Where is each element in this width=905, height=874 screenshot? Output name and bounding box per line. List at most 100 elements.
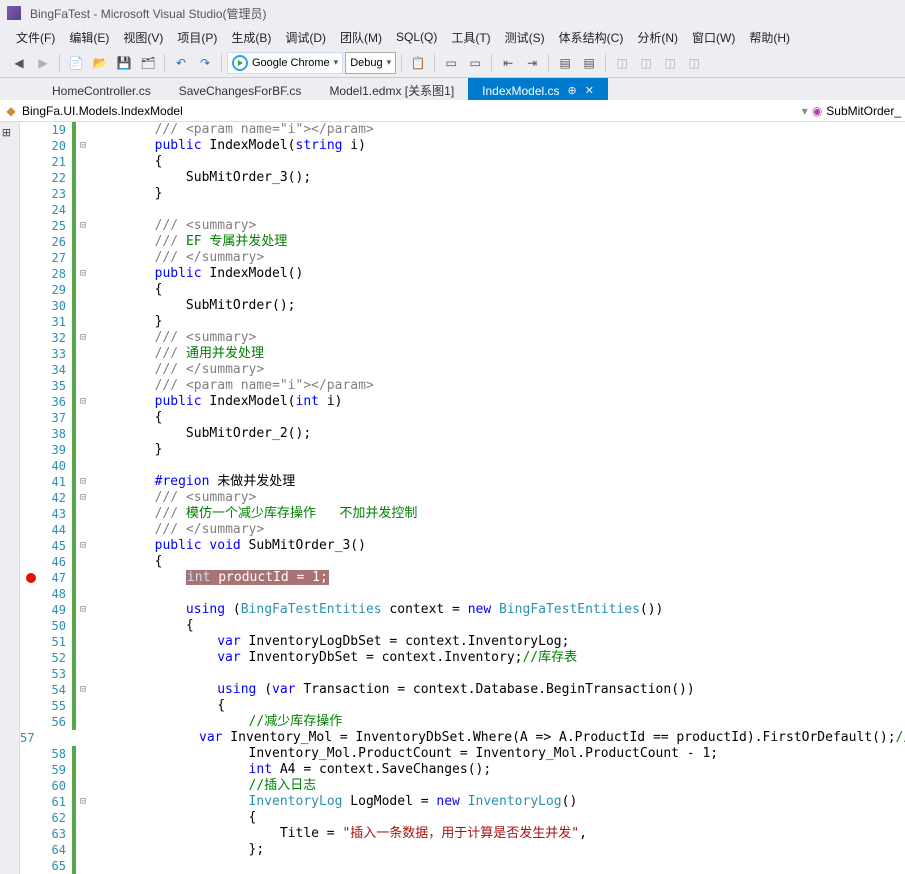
toolbar-icon[interactable]: ◫ [611,52,633,74]
code-text[interactable]: /// 模仿一个减少库存操作 不加并发控制 [90,506,417,522]
code-line[interactable]: 31 } [20,314,905,330]
code-line[interactable]: 27 /// </summary> [20,250,905,266]
code-text[interactable]: InventoryLog LogModel = new InventoryLog… [90,794,577,810]
breakpoint-gutter[interactable] [20,634,42,650]
code-text[interactable]: /// </summary> [90,362,264,378]
toolbar-icon[interactable]: ◫ [659,52,681,74]
menu-item[interactable]: 项目(P) [171,27,223,48]
breakpoint-gutter[interactable] [20,298,42,314]
code-text[interactable]: { [90,810,256,826]
menu-item[interactable]: 工具(T) [445,27,496,48]
code-line[interactable]: 41⊟ #region 未做并发处理 [20,474,905,490]
dropdown-chevron-icon[interactable]: ▾ [802,104,808,118]
code-text[interactable]: SubMitOrder(); [90,298,296,314]
side-tool-tabs[interactable]: ⊞ [0,122,20,874]
breakpoint-gutter[interactable] [20,826,42,842]
code-line[interactable]: 45⊟ public void SubMitOrder_3() [20,538,905,554]
toolbar-icon[interactable]: ◫ [683,52,705,74]
fold-toggle[interactable]: ⊟ [76,538,90,554]
menu-item[interactable]: 体系结构(C) [553,27,630,48]
code-text[interactable]: }; [90,842,264,858]
code-text[interactable]: /// <summary> [90,490,256,506]
breakpoint-gutter[interactable] [20,602,42,618]
breakpoint-gutter[interactable] [20,506,42,522]
breakpoint-gutter[interactable] [20,442,42,458]
code-line[interactable]: 37 { [20,410,905,426]
breakpoint-gutter[interactable] [20,538,42,554]
menu-item[interactable]: 分析(N) [631,27,684,48]
breakpoint-gutter[interactable] [20,682,42,698]
code-line[interactable]: 56 //减少库存操作 [20,714,905,730]
breakpoint-gutter[interactable] [20,570,42,586]
nav-fwd-icon[interactable]: ▶ [32,52,54,74]
code-line[interactable]: 54⊟ using (var Transaction = context.Dat… [20,682,905,698]
pin-icon[interactable]: ⊕ [568,84,577,97]
code-text[interactable]: /// <param name="i"></param> [90,378,374,394]
breakpoint-gutter[interactable] [20,346,42,362]
breakpoint-gutter[interactable] [20,618,42,634]
code-text[interactable]: { [90,410,162,426]
code-text[interactable]: { [90,554,162,570]
code-line[interactable]: 57 var Inventory_Mol = InventoryDbSet.Wh… [20,730,905,746]
breakpoint-gutter[interactable] [20,698,42,714]
breakpoint-gutter[interactable] [20,218,42,234]
code-line[interactable]: 25⊟ /// <summary> [20,218,905,234]
code-line[interactable]: 19 /// <param name="i"></param> [20,122,905,138]
breakpoint-gutter[interactable] [20,810,42,826]
code-line[interactable]: 33 /// 通用并发处理 [20,346,905,362]
code-text[interactable]: } [90,314,162,330]
side-tab-label[interactable]: ⊞ [0,122,13,137]
toolbar-icon[interactable]: ◫ [635,52,657,74]
code-line[interactable]: 63 Title = "插入一条数据，用于计算是否发生并发", [20,826,905,842]
menu-item[interactable]: 团队(M) [334,27,388,48]
code-line[interactable]: 55 { [20,698,905,714]
code-line[interactable]: 26 /// EF 专属并发处理 [20,234,905,250]
breakpoint-gutter[interactable] [20,458,42,474]
breakpoint-gutter[interactable] [20,858,42,874]
fold-toggle[interactable]: ⊟ [76,138,90,154]
code-line[interactable]: 28⊟ public IndexModel() [20,266,905,282]
code-text[interactable]: var InventoryDbSet = context.Inventory;/… [90,650,577,666]
toolbar-icon[interactable]: ▭ [440,52,462,74]
code-line[interactable]: 35 /// <param name="i"></param> [20,378,905,394]
code-text[interactable]: #region 未做并发处理 [90,474,295,490]
code-line[interactable]: 50 { [20,618,905,634]
code-text[interactable]: int productId = 1; [90,570,329,586]
code-text[interactable]: /// <summary> [90,330,256,346]
member-name[interactable]: SubMitOrder_ [826,104,901,118]
code-line[interactable]: 46 { [20,554,905,570]
breakpoint-gutter[interactable] [20,410,42,426]
indent-right-icon[interactable]: ⇥ [521,52,543,74]
breakpoint-gutter[interactable] [20,426,42,442]
fold-toggle[interactable]: ⊟ [76,490,90,506]
comment-icon[interactable]: ▤ [554,52,576,74]
code-line[interactable]: 52 var InventoryDbSet = context.Inventor… [20,650,905,666]
code-line[interactable]: 48 [20,586,905,602]
breakpoint-gutter[interactable] [20,266,42,282]
redo-icon[interactable]: ↷ [194,52,216,74]
code-text[interactable]: SubMitOrder_2(); [90,426,311,442]
code-line[interactable]: 34 /// </summary> [20,362,905,378]
breakpoint-icon[interactable] [26,573,36,583]
code-line[interactable]: 44 /// </summary> [20,522,905,538]
toolbar-icon[interactable]: 📋 [407,52,429,74]
menu-item[interactable]: 生成(B) [225,27,277,48]
uncomment-icon[interactable]: ▤ [578,52,600,74]
menu-item[interactable]: 帮助(H) [743,27,796,48]
breakpoint-gutter[interactable] [20,378,42,394]
breakpoint-gutter[interactable] [20,474,42,490]
start-debug-button[interactable]: Google Chrome ▾ [227,52,343,74]
code-text[interactable]: { [90,154,162,170]
fold-toggle[interactable]: ⊟ [76,682,90,698]
fold-toggle[interactable]: ⊟ [76,266,90,282]
code-line[interactable]: 49⊟ using (BingFaTestEntities context = … [20,602,905,618]
code-line[interactable]: 65 [20,858,905,874]
close-icon[interactable]: ✕ [585,84,594,97]
code-line[interactable]: 29 { [20,282,905,298]
code-text[interactable]: Inventory_Mol.ProductCount = Inventory_M… [90,746,718,762]
code-text[interactable] [90,586,92,602]
new-project-icon[interactable]: 📄 [65,52,87,74]
fold-toggle[interactable]: ⊟ [76,794,90,810]
nav-back-icon[interactable]: ◀ [8,52,30,74]
menu-item[interactable]: 文件(F) [10,27,61,48]
